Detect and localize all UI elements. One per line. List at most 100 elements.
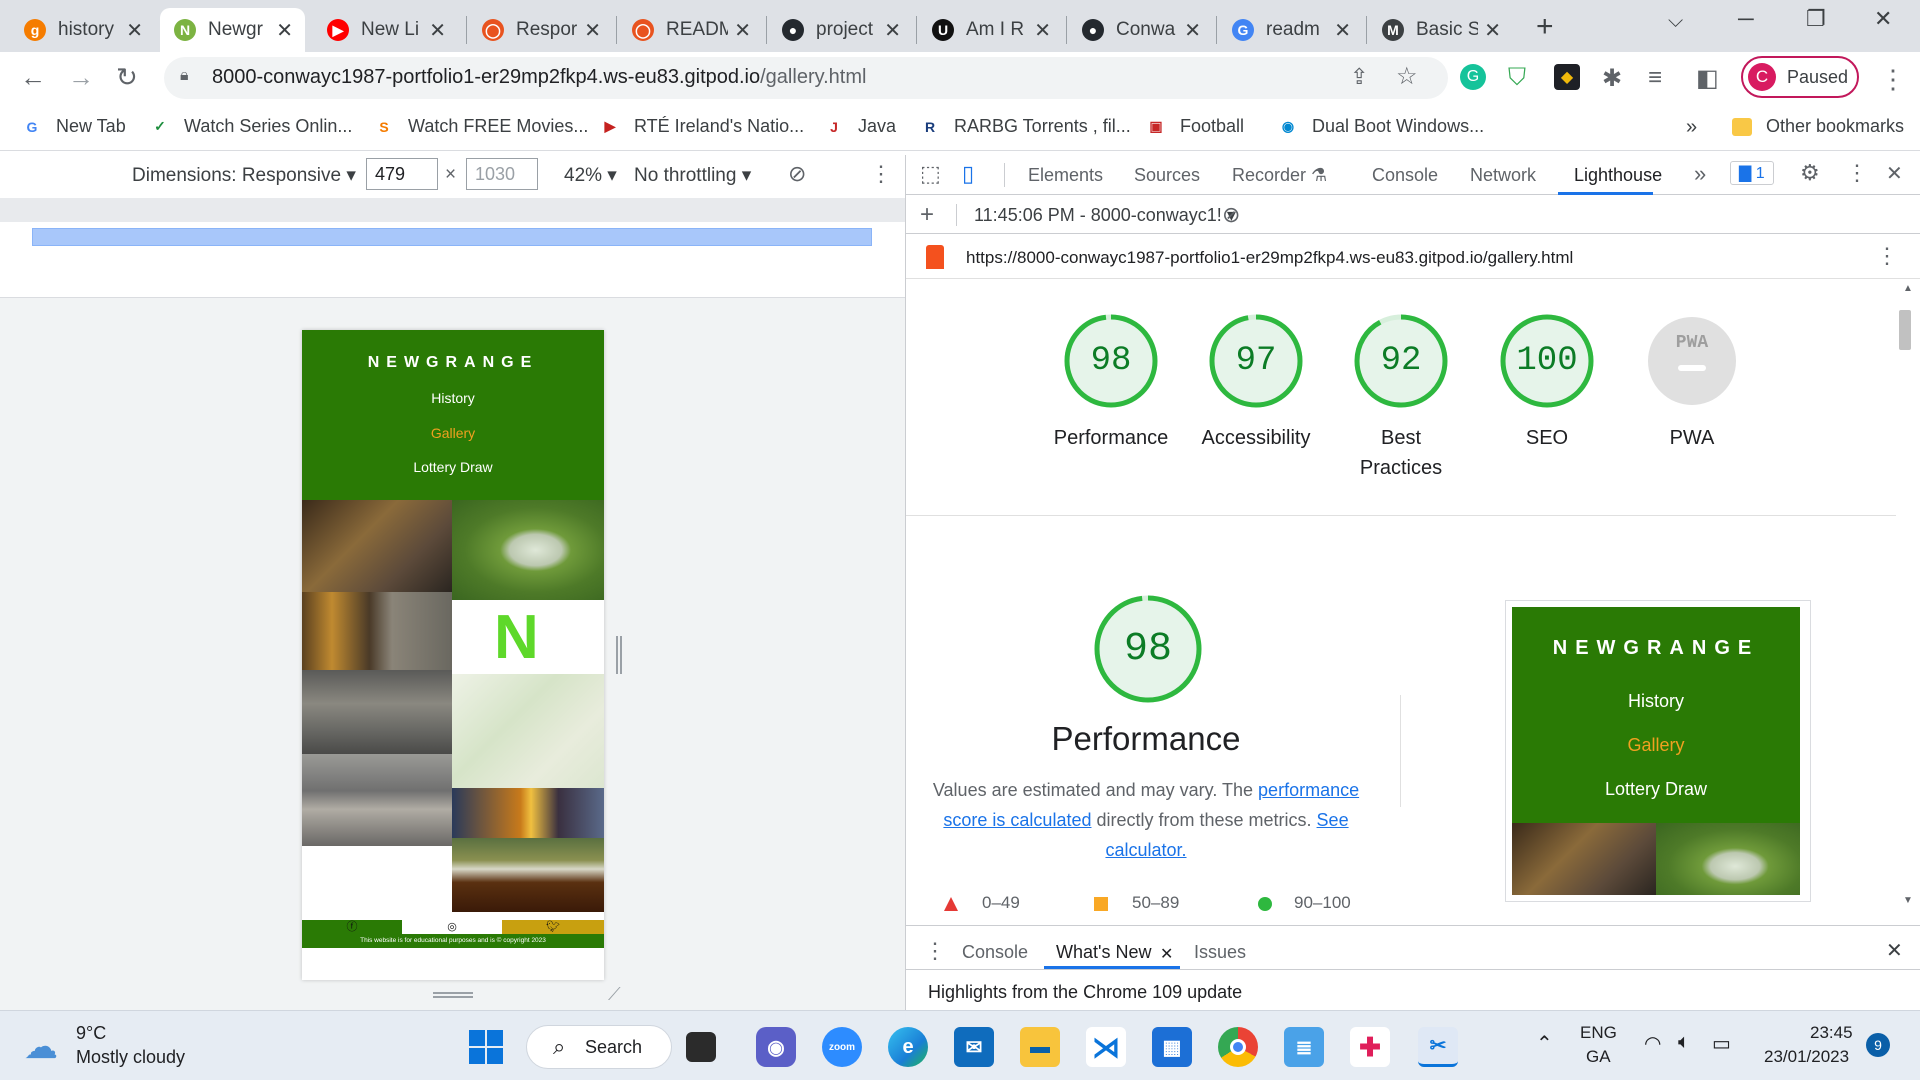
gallery-image-chamber[interactable]: [302, 754, 452, 846]
nav-gallery[interactable]: Gallery: [302, 425, 604, 441]
bookmark-item[interactable]: ▣ Football: [1146, 116, 1244, 137]
tab-close-icon[interactable]: ✕: [429, 18, 446, 43]
report-url[interactable]: https://8000-conwayc1987-portfolio1-er29…: [966, 248, 1573, 268]
language-secondary[interactable]: GA: [1586, 1047, 1611, 1067]
report-menu-icon[interactable]: ⋮: [1876, 243, 1898, 269]
url-text[interactable]: 8000-conwayc1987-portfolio1-er29mp2fkp4.…: [212, 66, 866, 89]
browser-tab[interactable]: Greadm ✕: [1218, 8, 1363, 52]
grammarly-extension-icon[interactable]: G: [1460, 64, 1486, 90]
gallery-image-mound-night[interactable]: [452, 838, 604, 912]
browser-tab[interactable]: N Newgr ✕: [160, 8, 305, 52]
snipping-tool-icon[interactable]: ✂: [1418, 1027, 1458, 1067]
gallery-image-carved-stone[interactable]: [302, 592, 452, 670]
gallery-image-n-logo[interactable]: N: [452, 600, 604, 674]
browser-tab[interactable]: U Am I R ✕: [918, 8, 1063, 52]
tab-sources[interactable]: Sources: [1134, 165, 1200, 186]
reload-icon[interactable]: ↻: [116, 62, 138, 93]
close-window-icon[interactable]: ✕: [1874, 6, 1892, 32]
back-icon[interactable]: ←: [20, 62, 46, 93]
show-hidden-icons[interactable]: ⌃: [1536, 1031, 1553, 1056]
nav-history[interactable]: History: [302, 390, 604, 406]
restore-icon[interactable]: ❐: [1806, 6, 1826, 32]
inspect-element-icon[interactable]: ⬚: [920, 161, 941, 187]
file-explorer-icon[interactable]: ▬: [1020, 1027, 1060, 1067]
mail-icon[interactable]: ✉: [954, 1027, 994, 1067]
gallery-image-mound-aerial[interactable]: [452, 500, 604, 600]
score-gauge-seo[interactable]: 100: [1499, 313, 1595, 409]
taskbar-search[interactable]: ⌕ Search: [526, 1025, 672, 1069]
resize-corner-icon[interactable]: ⟋: [608, 984, 621, 1005]
bookmark-item[interactable]: R RARBG Torrents , fil...: [920, 116, 1131, 137]
drawer-tab-whats-new[interactable]: What's New: [1056, 942, 1151, 963]
weather-temp[interactable]: 9°C: [76, 1023, 106, 1044]
zoom-icon[interactable]: zoom: [822, 1027, 862, 1067]
weather-icon[interactable]: ☁: [24, 1027, 58, 1067]
tab-close-icon[interactable]: ✕: [584, 18, 601, 43]
scroll-thumb[interactable]: [1899, 310, 1911, 350]
browser-tab[interactable]: ▶ New Li ✕: [313, 8, 458, 52]
final-screenshot[interactable]: NEWGRANGE History Gallery Lottery Draw: [1505, 600, 1811, 902]
new-report-icon[interactable]: +: [920, 201, 934, 229]
forward-icon[interactable]: →: [68, 62, 94, 93]
minimize-icon[interactable]: ─: [1738, 6, 1754, 32]
scroll-up-icon[interactable]: ▲: [1903, 283, 1913, 294]
tab-close-icon[interactable]: ✕: [1484, 18, 1501, 43]
wifi-icon[interactable]: ◠: [1644, 1031, 1661, 1056]
edge-icon[interactable]: e: [888, 1027, 928, 1067]
footer-social-instagram[interactable]: ◎: [402, 920, 502, 934]
extensions-puzzle-icon[interactable]: ✱: [1602, 64, 1622, 93]
browser-tab[interactable]: ◯ READM ✕: [618, 8, 763, 52]
tab-lighthouse[interactable]: Lighthouse: [1574, 165, 1662, 186]
notepad-icon[interactable]: ≣: [1284, 1027, 1324, 1067]
score-gauge-accessibility[interactable]: 97: [1208, 313, 1304, 409]
clock-date[interactable]: 23/01/2023: [1764, 1047, 1849, 1067]
new-tab-button[interactable]: +: [1536, 10, 1554, 44]
issues-badge[interactable]: ▇ 1: [1730, 161, 1774, 185]
footer-social-twitter[interactable]: 🐦︎: [502, 920, 604, 934]
throttling-dropdown[interactable]: No throttling ▾: [634, 164, 751, 187]
bookmark-item[interactable]: ▶ RTÉ Ireland's Natio...: [600, 116, 805, 137]
clear-reports-icon[interactable]: ⊘: [1222, 202, 1240, 228]
profile-button[interactable]: C Paused: [1741, 56, 1859, 98]
task-view-icon[interactable]: [686, 1032, 716, 1062]
browser-tab[interactable]: g history ✕: [10, 8, 155, 52]
rotate-icon[interactable]: ⊘: [788, 161, 806, 187]
more-tabs-icon[interactable]: »: [1694, 161, 1706, 187]
shield-extension-icon[interactable]: ⛉: [1508, 64, 1526, 92]
scroll-down-icon[interactable]: ▼: [1903, 895, 1913, 906]
bookmark-item[interactable]: S Watch FREE Movies...: [374, 116, 588, 137]
drawer-tab-close-icon[interactable]: ✕: [1160, 944, 1173, 964]
drawer-close-icon[interactable]: ✕: [1886, 938, 1903, 963]
gallery-image-entrance-stone[interactable]: [302, 670, 452, 754]
footer-social-facebook[interactable]: ⓕ: [302, 920, 402, 934]
zoom-dropdown[interactable]: 42% ▾: [564, 164, 617, 187]
bookmark-star-icon[interactable]: ☆: [1396, 62, 1418, 91]
bookmark-item[interactable]: ✓ Watch Series Onlin...: [150, 116, 352, 137]
slack-icon[interactable]: ✚: [1350, 1027, 1390, 1067]
drawer-tab-issues[interactable]: Issues: [1194, 942, 1246, 963]
chrome-icon[interactable]: [1218, 1027, 1258, 1067]
gallery-image-tomb-passage[interactable]: [302, 500, 452, 592]
tab-close-icon[interactable]: ✕: [276, 18, 293, 43]
tab-network[interactable]: Network: [1470, 165, 1536, 186]
gallery-image-map[interactable]: [452, 674, 604, 788]
windows-start-icon[interactable]: [466, 1027, 506, 1067]
lock-icon[interactable]: 🔒︎: [180, 67, 189, 85]
media-queue-icon[interactable]: ≡: [1648, 64, 1662, 92]
side-panel-icon[interactable]: ◧: [1696, 64, 1719, 93]
report-selector[interactable]: 11:45:06 PM - 8000-conwayc1! ▾: [974, 205, 1236, 226]
language-primary[interactable]: ENG: [1580, 1023, 1617, 1043]
bookmark-item[interactable]: J Java: [824, 116, 896, 137]
tab-console[interactable]: Console: [1372, 165, 1438, 186]
share-icon[interactable]: ⇪: [1350, 64, 1368, 90]
tab-close-icon[interactable]: ✕: [1334, 18, 1351, 43]
browser-tab[interactable]: M Basic S ✕: [1368, 8, 1513, 52]
width-input[interactable]: 479: [366, 158, 438, 190]
resize-handle-right[interactable]: [616, 636, 622, 674]
site-logo[interactable]: NEWGRANGE: [302, 354, 604, 372]
bookmarks-more-icon[interactable]: »: [1686, 116, 1697, 139]
browser-tab[interactable]: ● Conwa ✕: [1068, 8, 1213, 52]
bookmark-item[interactable]: ◉ Dual Boot Windows...: [1278, 116, 1484, 137]
tab-recorder[interactable]: Recorder ⚗: [1232, 165, 1327, 186]
browser-tab[interactable]: ● project ✕: [768, 8, 913, 52]
